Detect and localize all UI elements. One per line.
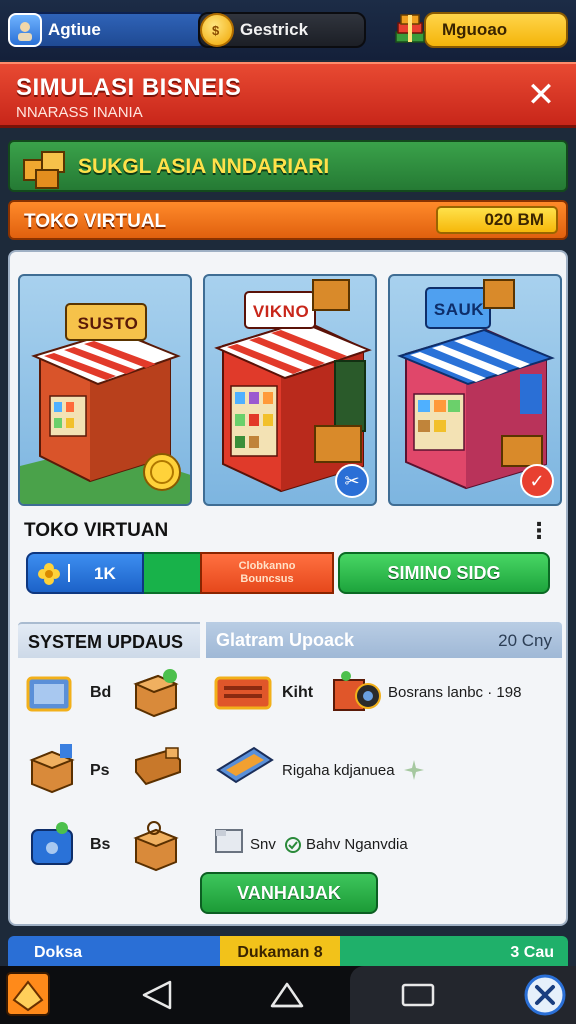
store-bar-label: TOKO VIRTUAL (24, 211, 167, 232)
strip-left: Doksa (8, 936, 220, 966)
page-subtitle: NNARASS INANIA (16, 104, 143, 121)
app-shortcut-icon[interactable] (6, 972, 50, 1016)
back-icon[interactable] (140, 980, 174, 1010)
gift-box-icon[interactable] (130, 818, 182, 872)
divider (68, 564, 70, 582)
box-icon[interactable] (130, 666, 182, 718)
boxes-icon (23, 151, 65, 189)
section-title: TOKO VIRTUAN (24, 520, 169, 541)
shop-sign-3: SAUK (433, 300, 485, 319)
avatar-icon (8, 13, 42, 47)
system-updates-title: SYSTEM UPDAUS (18, 622, 200, 658)
gift-stack-icon[interactable] (392, 10, 428, 46)
gold-pill[interactable]: Mguoao (424, 12, 568, 48)
shop-sign-2: VIKNO (252, 302, 310, 321)
gold-label: Mguoao (442, 20, 508, 39)
toolbox-icon[interactable] (212, 668, 274, 716)
svg-text:$: $ (212, 23, 220, 38)
coin-icon: $ (200, 13, 234, 47)
check-badge-icon[interactable]: ✓ (520, 464, 554, 498)
tray-icon[interactable] (214, 744, 276, 788)
shop-card-1[interactable]: SUSTO (18, 274, 192, 506)
store-bar: TOKO VIRTUAL 020 BM (8, 200, 568, 240)
strip-right: 3 Cau (340, 936, 568, 966)
player-name: Agtiue (48, 20, 101, 39)
upload-row-1-label: Kiht (282, 684, 314, 701)
count-segment: 1K (26, 552, 144, 594)
update-row-1-label: Bd (90, 684, 112, 701)
package-icon[interactable] (28, 742, 78, 794)
mission-banner[interactable]: SUKGL ASIA NNDARIARI (8, 140, 568, 192)
bonus-line-2: Bouncsus (240, 573, 294, 585)
upload-panel-header: Glatram Upoack 20 Cny (206, 622, 562, 658)
upload-button[interactable]: VANHAIJAK (200, 872, 378, 914)
home-icon[interactable] (268, 980, 306, 1010)
action-button[interactable]: SIMINO SIDG (338, 552, 550, 594)
coin-pill[interactable]: $ Gestrick (198, 12, 366, 48)
count-value: 1K (94, 564, 116, 583)
bonus-line-1: Clobkanno (238, 560, 296, 572)
shop-card-2[interactable]: VIKNO ✂ (203, 274, 377, 506)
upload-title: Glatram Upoack (216, 630, 355, 650)
dismiss-icon[interactable] (524, 974, 566, 1016)
close-icon[interactable]: ✕ (524, 78, 558, 112)
recents-icon[interactable] (400, 982, 436, 1008)
upload-row-3-detail: Bahv Nganvdia (306, 836, 408, 853)
scissors-badge-icon[interactable]: ✂ (335, 464, 369, 498)
main-panel: SUSTO VIKNO ✂ SAUK ✓ TOKO VIRTUAN ⋮ 1K C… (8, 250, 568, 926)
camera-box-icon[interactable] (330, 668, 384, 716)
strip-middle: Dukaman 8 (220, 936, 340, 966)
cart-icon[interactable] (130, 744, 184, 788)
blue-crate-icon[interactable] (28, 818, 78, 870)
dialog-header: SIMULASI BISNEIS NNARASS INANIA ✕ (0, 62, 576, 128)
check-circle-icon (285, 837, 301, 853)
progress-fill (144, 552, 200, 594)
dots-icon[interactable]: ⋮ (528, 518, 550, 544)
coin-label: Gestrick (240, 20, 309, 39)
stats-strip: Doksa Dukaman 8 3 Cau (8, 936, 568, 966)
upload-meta: 20 Cny (498, 631, 552, 650)
system-nav-bar (0, 966, 576, 1024)
store-bar-value: 020 BM (436, 206, 558, 234)
upload-row-3-label: Snv (250, 836, 276, 853)
shop-sign-1: SUSTO (77, 314, 139, 333)
update-row-3-label: Bs (90, 836, 111, 853)
player-pill[interactable]: Agtiue (8, 12, 208, 48)
shop-card-3[interactable]: SAUK ✓ (388, 274, 562, 506)
resource-bar: Agtiue $ Gestrick Mguoao (0, 0, 576, 60)
mission-banner-text: SUKGL ASIA NNDARIARI (78, 155, 330, 178)
page-title: SIMULASI BISNEIS (16, 74, 242, 101)
upload-row-1-detail: Bosrans lanbc · 198 (388, 684, 522, 701)
update-row-2-label: Ps (90, 762, 110, 779)
sparkle-icon (404, 760, 424, 780)
shop-illustration-1 (20, 303, 190, 504)
bonus-segment[interactable]: Clobkanno Bouncsus (200, 552, 334, 594)
upload-row-2-label: Rigaha kdjanuea (282, 762, 395, 779)
store-progress-row: 1K Clobkanno Bouncsus SIMINO SIDG (26, 552, 550, 594)
folder-icon[interactable] (214, 826, 244, 854)
crate-icon[interactable] (24, 668, 74, 716)
flower-icon (38, 563, 60, 585)
